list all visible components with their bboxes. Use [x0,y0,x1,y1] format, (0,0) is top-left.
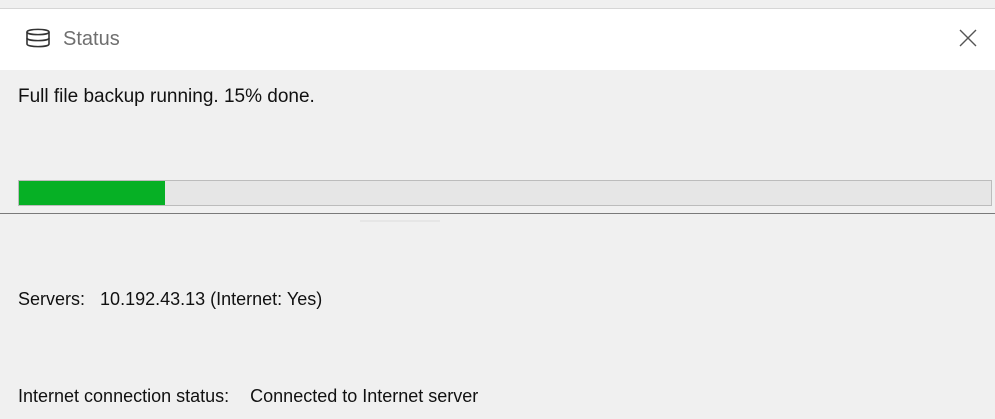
internet-status-label: Internet connection status: [18,386,230,406]
internet-status-value: Connected to Internet server [250,386,479,406]
servers-value: 10.192.43.13 (Internet: Yes) [100,289,323,309]
status-window: Status Full file backup running. 15% don… [0,0,995,419]
progress-fill [19,181,165,205]
divider [0,213,995,214]
database-icon [25,25,51,51]
close-icon [959,29,977,47]
internet-status-row: Internet connection status: Connected to… [18,385,478,407]
servers-row: Servers: 10.192.43.13 (Internet: Yes) [18,288,322,310]
progress-bar [18,180,992,206]
servers-label: Servers: [18,289,86,309]
window-title: Status [63,28,120,50]
status-message: Full file backup running. 15% done. [18,86,315,107]
close-button[interactable] [951,21,985,55]
title-bar: Status [0,8,995,70]
divider-grip [360,220,440,222]
